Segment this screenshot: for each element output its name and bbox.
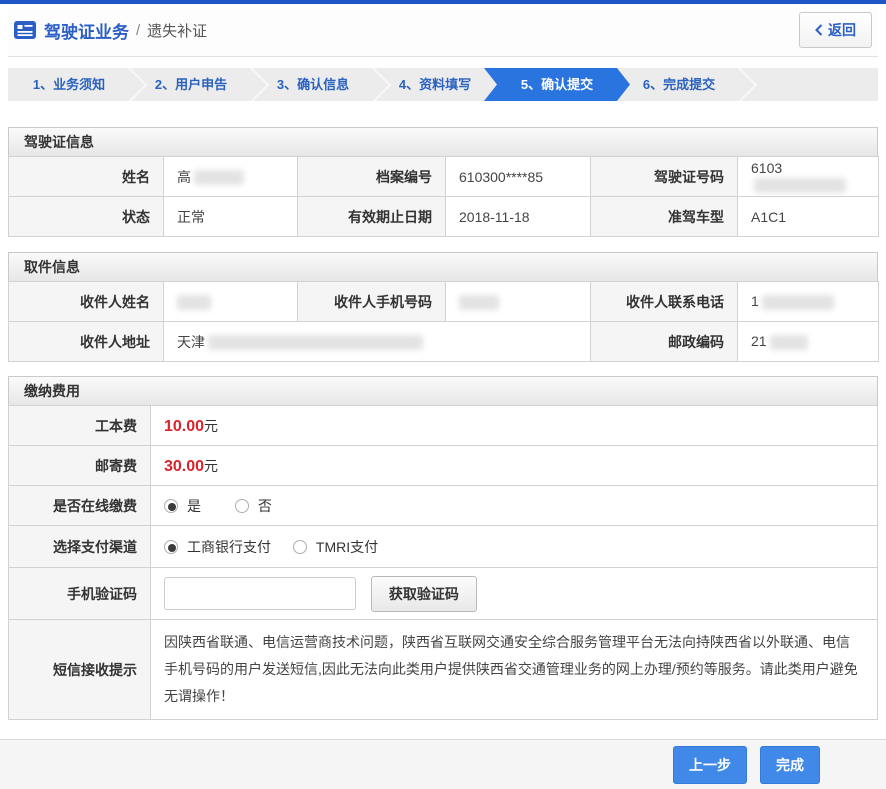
radio-label: 是 bbox=[187, 496, 201, 516]
field-value-name: 高 bbox=[164, 157, 298, 197]
field-label-recipient-phone: 收件人联系电话 bbox=[591, 282, 738, 322]
field-label-sms-notice: 短信接收提示 bbox=[9, 620, 151, 720]
field-value-payment-channel: 工商银行支付 TMRI支付 bbox=[151, 526, 878, 568]
redacted-text bbox=[770, 335, 808, 350]
field-value-file-no: 610300****85 bbox=[446, 157, 591, 197]
pickup-info-table: 收件人姓名 收件人手机号码 收件人联系电话 1 收件人地址 天津 邮政编码 bbox=[8, 281, 879, 362]
section-license-info: 驾驶证信息 姓名 高 档案编号 610300****85 驾驶证号码 6103 … bbox=[8, 127, 878, 237]
redacted-text bbox=[754, 178, 846, 193]
postage-fee-amount: 30.00 bbox=[164, 458, 204, 475]
radio-selected-icon bbox=[164, 499, 178, 513]
radio-channel-tmri[interactable]: TMRI支付 bbox=[293, 537, 378, 557]
field-value-sms-code: 获取验证码 bbox=[151, 568, 878, 620]
field-label-recipient-mobile: 收件人手机号码 bbox=[298, 282, 446, 322]
table-row: 短信接收提示 因陕西省联通、电信运营商技术问题，陕西省互联网交通安全综合服务管理… bbox=[9, 620, 878, 720]
radio-label: 工商银行支付 bbox=[187, 537, 271, 557]
step-4-fill-materials[interactable]: 4、资料填写 bbox=[374, 68, 496, 101]
section-title-payment: 缴纳费用 bbox=[8, 376, 878, 405]
sms-code-input[interactable] bbox=[164, 577, 356, 610]
section-payment: 缴纳费用 工本费 10.00元 邮寄费 30.00元 是否在线缴费 bbox=[8, 376, 878, 720]
step-2-user-declaration[interactable]: 2、用户申告 bbox=[130, 68, 252, 101]
field-label-recipient-address: 收件人地址 bbox=[9, 322, 164, 362]
production-fee-amount: 10.00 bbox=[164, 418, 204, 435]
field-value-expiry-date: 2018-11-18 bbox=[446, 197, 591, 237]
redacted-text bbox=[459, 295, 499, 310]
field-value-recipient-phone: 1 bbox=[738, 282, 879, 322]
field-label-vehicle-class: 准驾车型 bbox=[591, 197, 738, 237]
field-label-online-payment: 是否在线缴费 bbox=[9, 486, 151, 526]
step-6-complete-submit[interactable]: 6、完成提交 bbox=[618, 68, 740, 101]
chevron-left-icon bbox=[815, 24, 823, 36]
redacted-text bbox=[208, 335, 423, 350]
footer-action-bar: 上一步 完成 bbox=[0, 739, 886, 789]
field-value-recipient-name bbox=[164, 282, 298, 322]
radio-label: 否 bbox=[258, 496, 272, 516]
fee-unit: 元 bbox=[204, 418, 218, 434]
radio-unselected-icon bbox=[235, 499, 249, 513]
previous-step-button[interactable]: 上一步 bbox=[673, 746, 747, 784]
field-label-name: 姓名 bbox=[9, 157, 164, 197]
sms-notice-text: 因陕西省联通、电信运营商技术问题，陕西省互联网交通安全综合服务管理平台无法向持陕… bbox=[151, 620, 878, 720]
redacted-text bbox=[194, 170, 244, 185]
page-title: 驾驶证业务 bbox=[44, 18, 129, 43]
field-label-postage-fee: 邮寄费 bbox=[9, 446, 151, 486]
field-label-file-no: 档案编号 bbox=[298, 157, 446, 197]
field-value-production-fee: 10.00元 bbox=[151, 406, 878, 446]
field-value-postage-fee: 30.00元 bbox=[151, 446, 878, 486]
step-3-confirm-info[interactable]: 3、确认信息 bbox=[252, 68, 374, 101]
table-row: 选择支付渠道 工商银行支付 TMRI支付 bbox=[9, 526, 878, 568]
radio-online-yes[interactable]: 是 bbox=[164, 496, 201, 516]
radio-channel-icbc[interactable]: 工商银行支付 bbox=[164, 537, 271, 557]
field-label-status: 状态 bbox=[9, 197, 164, 237]
radio-online-no[interactable]: 否 bbox=[235, 496, 272, 516]
field-value-recipient-address: 天津 bbox=[164, 322, 591, 362]
step-5-confirm-submit[interactable]: 5、确认提交 bbox=[484, 68, 630, 101]
field-value-postal-code: 21 bbox=[738, 322, 879, 362]
page-header: 驾驶证业务 / 遗失补证 返回 bbox=[8, 4, 878, 57]
redacted-text bbox=[177, 295, 211, 310]
back-button[interactable]: 返回 bbox=[799, 12, 872, 48]
license-info-table: 姓名 高 档案编号 610300****85 驾驶证号码 6103 状态 正常 … bbox=[8, 156, 879, 237]
table-row: 手机验证码 获取验证码 bbox=[9, 568, 878, 620]
table-row: 收件人姓名 收件人手机号码 收件人联系电话 1 bbox=[9, 282, 879, 322]
table-row: 是否在线缴费 是 否 bbox=[9, 486, 878, 526]
breadcrumb-current: 遗失补证 bbox=[147, 20, 207, 41]
field-label-production-fee: 工本费 bbox=[9, 406, 151, 446]
field-label-sms-code: 手机验证码 bbox=[9, 568, 151, 620]
section-pickup-info: 取件信息 收件人姓名 收件人手机号码 收件人联系电话 1 bbox=[8, 252, 878, 362]
field-label-payment-channel: 选择支付渠道 bbox=[9, 526, 151, 568]
field-value-license-no: 6103 bbox=[738, 157, 879, 197]
radio-label: TMRI支付 bbox=[316, 537, 378, 557]
field-label-expiry-date: 有效期止日期 bbox=[298, 197, 446, 237]
fee-unit: 元 bbox=[204, 458, 218, 474]
breadcrumb-separator: / bbox=[136, 22, 140, 39]
page-container: 驾驶证业务 / 遗失补证 返回 1、业务须知 2、用户申告 3、确认信息 4、资… bbox=[0, 4, 886, 720]
step-progress-bar: 1、业务须知 2、用户申告 3、确认信息 4、资料填写 5、确认提交 6、完成提… bbox=[8, 68, 878, 101]
table-row: 工本费 10.00元 bbox=[9, 406, 878, 446]
field-value-online-payment: 是 否 bbox=[151, 486, 878, 526]
radio-unselected-icon bbox=[293, 540, 307, 554]
back-button-label: 返回 bbox=[828, 20, 856, 40]
finish-button[interactable]: 完成 bbox=[760, 746, 820, 784]
table-row: 状态 正常 有效期止日期 2018-11-18 准驾车型 A1C1 bbox=[9, 197, 879, 237]
field-label-license-no: 驾驶证号码 bbox=[591, 157, 738, 197]
field-label-recipient-name: 收件人姓名 bbox=[9, 282, 164, 322]
get-sms-code-button[interactable]: 获取验证码 bbox=[371, 576, 477, 612]
field-value-vehicle-class: A1C1 bbox=[738, 197, 879, 237]
table-row: 邮寄费 30.00元 bbox=[9, 446, 878, 486]
field-label-postal-code: 邮政编码 bbox=[591, 322, 738, 362]
radio-selected-icon bbox=[164, 540, 178, 554]
table-row: 收件人地址 天津 邮政编码 21 bbox=[9, 322, 879, 362]
section-title-pickup-info: 取件信息 bbox=[8, 252, 878, 281]
license-list-icon bbox=[14, 21, 36, 39]
field-value-status: 正常 bbox=[164, 197, 298, 237]
step-1-business-notice[interactable]: 1、业务须知 bbox=[8, 68, 130, 101]
redacted-text bbox=[762, 295, 834, 310]
table-row: 姓名 高 档案编号 610300****85 驾驶证号码 6103 bbox=[9, 157, 879, 197]
payment-table: 工本费 10.00元 邮寄费 30.00元 是否在线缴费 是 bbox=[8, 405, 878, 720]
section-title-license-info: 驾驶证信息 bbox=[8, 127, 878, 156]
field-value-recipient-mobile bbox=[446, 282, 591, 322]
